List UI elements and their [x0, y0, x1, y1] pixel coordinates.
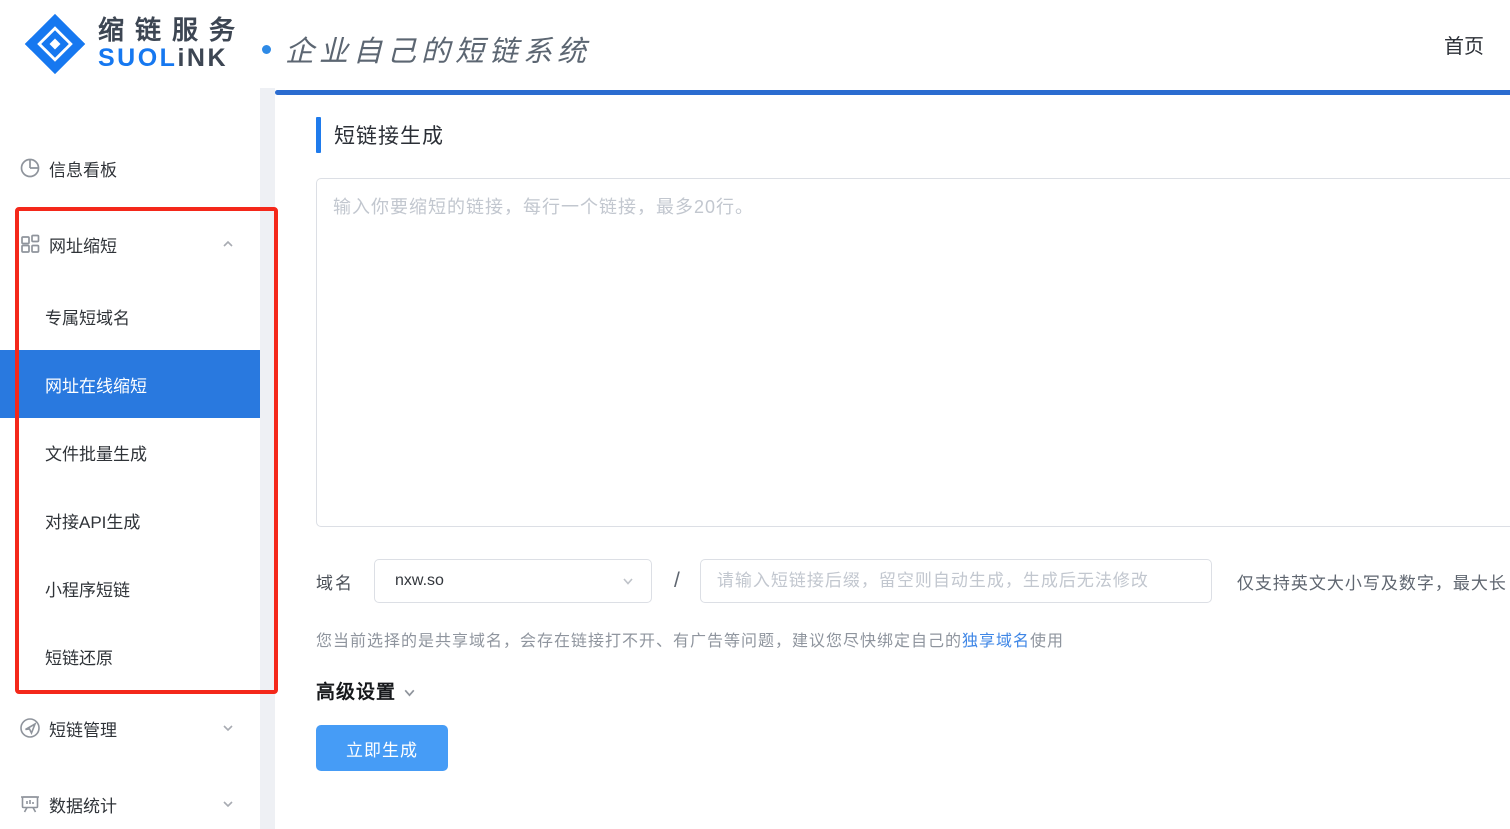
sidebar: 信息看板 网址缩短 专属短域名 网址在线缩短 文件批量生成 对接API生成 小程…	[0, 88, 260, 829]
header: 缩链服务 SUOLiNK 企业自己的短链系统 首页	[0, 0, 1510, 88]
sidebar-item-label: 数据统计	[49, 796, 117, 816]
sidebar-item-statistics[interactable]: 数据统计	[0, 766, 260, 829]
body: 信息看板 网址缩短 专属短域名 网址在线缩短 文件批量生成 对接API生成 小程…	[0, 88, 1510, 829]
sidebar-subitem-miniprogram-link[interactable]: 小程序短链	[0, 554, 260, 622]
exclusive-domain-link[interactable]: 独享域名	[962, 633, 1030, 650]
suffix-input[interactable]	[699, 559, 1212, 603]
sidebar-item-label: 短链管理	[49, 720, 117, 740]
chevron-down-icon	[223, 801, 233, 808]
sidebar-content-divider	[260, 88, 275, 829]
page: 缩链服务 SUOLiNK 企业自己的短链系统 首页 信息看板 网址缩短 专属短域…	[0, 0, 1510, 829]
brand-english: SUOLiNK	[98, 43, 229, 72]
sidebar-item-dashboard[interactable]: 信息看板	[0, 130, 260, 206]
content-top-accent-line	[275, 90, 1510, 95]
sidebar-item-url-shorten[interactable]: 网址缩短	[0, 206, 260, 282]
title-accent-bar	[316, 117, 321, 153]
sidebar-item-label: 信息看板	[49, 160, 117, 180]
sidebar-subitem-online-shorten[interactable]: 网址在线缩短	[0, 350, 260, 418]
shared-domain-notice: 您当前选择的是共享域名，会存在链接打不开、有广告等问题，建议您尽快绑定自己的独享…	[316, 633, 1065, 650]
chevron-up-icon	[223, 240, 233, 247]
section-title: 短链接生成	[316, 116, 1510, 154]
domain-select[interactable]: nxw.so	[374, 559, 652, 603]
sidebar-subitem-api-generate[interactable]: 对接API生成	[0, 486, 260, 554]
chevron-down-icon	[623, 578, 633, 585]
sidebar-item-link-manage[interactable]: 短链管理	[0, 690, 260, 766]
logo[interactable]: 缩链服务 SUOLiNK	[24, 13, 246, 75]
send-circle-icon	[20, 718, 40, 738]
tagline-text: 企业自己的短链系统	[285, 14, 602, 70]
pie-chart-icon	[20, 158, 40, 178]
sidebar-subitem-file-batch[interactable]: 文件批量生成	[0, 418, 260, 486]
brand-chinese: 缩链服务	[98, 15, 247, 46]
tagline: 企业自己的短链系统	[262, 14, 602, 70]
url-input-textarea[interactable]	[316, 178, 1510, 527]
dot-icon	[262, 44, 272, 54]
generate-button[interactable]: 立即生成	[316, 725, 448, 771]
presentation-icon	[21, 796, 39, 813]
suffix-hint-text: 仅支持英文大小写及数字，最大长	[1236, 573, 1507, 593]
grid-icon	[21, 234, 40, 253]
brand-text: 缩链服务 SUOLiNK	[98, 15, 247, 72]
domain-row: 域名 nxw.so / 仅支持英文大小写及数字，最大长	[316, 559, 1510, 603]
chevron-down-icon	[223, 725, 233, 732]
advanced-settings-label: 高级设置	[316, 682, 397, 703]
sidebar-item-label: 网址缩短	[49, 236, 117, 256]
path-separator: /	[674, 569, 680, 592]
sidebar-subitem-link-restore[interactable]: 短链还原	[0, 622, 260, 690]
suolink-logo-icon	[24, 13, 86, 75]
chevron-down-icon	[404, 689, 415, 696]
advanced-settings-toggle[interactable]: 高级设置	[316, 677, 1510, 704]
nav-home-link[interactable]: 首页	[1444, 30, 1484, 59]
domain-select-value: nxw.so	[395, 572, 444, 589]
sidebar-subitem-exclusive-domain[interactable]: 专属短域名	[0, 282, 260, 350]
page-title: 短链接生成	[334, 125, 444, 148]
domain-label: 域名	[316, 573, 354, 593]
main-content: 短链接生成 域名 nxw.so / 仅支持英文大小写及数字，最大长 您当前选择的…	[275, 88, 1510, 829]
